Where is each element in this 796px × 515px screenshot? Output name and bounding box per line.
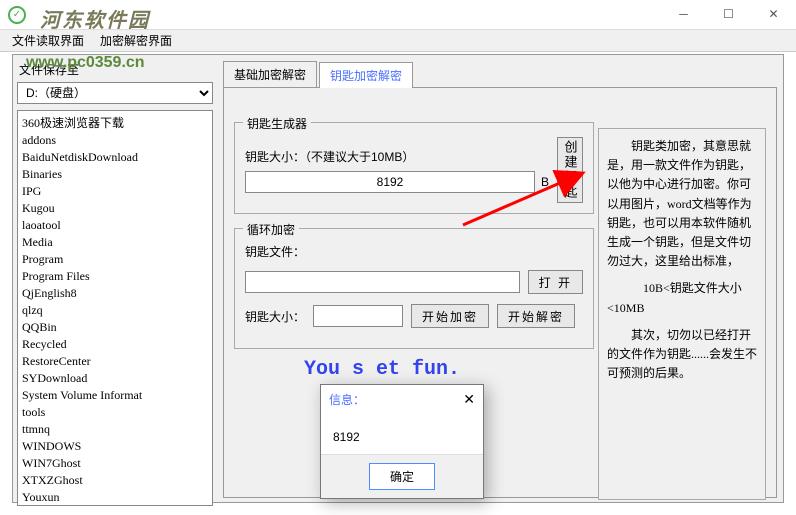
- key-size-input[interactable]: [245, 171, 535, 193]
- folder-item[interactable]: Youxun: [20, 489, 210, 506]
- loop-encrypt-legend: 循环加密: [243, 221, 299, 238]
- info-rule: 10B<钥匙文件大小<10MB: [607, 279, 757, 317]
- info-paragraph-2: 其次，切勿以已经打开的文件作为钥匙......会发生不可预测的后果。: [607, 326, 757, 384]
- folder-item[interactable]: IPG: [20, 183, 210, 200]
- maximize-button[interactable]: ☐: [706, 0, 751, 28]
- create-key-button[interactable]: 创建钥匙: [557, 137, 583, 203]
- dialog-ok-button[interactable]: 确定: [369, 463, 435, 490]
- folder-item[interactable]: Kugou: [20, 200, 210, 217]
- drive-select[interactable]: D:（硬盘）: [17, 82, 213, 104]
- key-size-label: 钥匙大小：（不建议大于10MB）: [245, 148, 549, 165]
- tab-basic[interactable]: 基础加密解密: [223, 61, 317, 87]
- open-button[interactable]: 打 开: [528, 270, 583, 294]
- fun-text: You s et fun.: [304, 358, 460, 381]
- folder-item[interactable]: QjEnglish8: [20, 285, 210, 302]
- folder-item[interactable]: WINDOWS: [20, 438, 210, 455]
- info-panel: 钥匙类加密，其意思就是，用一款文件作为钥匙，以他为中心进行加密。你可以用图片，w…: [598, 128, 766, 500]
- key-size2-label: 钥匙大小：: [245, 308, 305, 325]
- app-icon: ✓: [8, 6, 26, 24]
- folder-item[interactable]: System Volume Informat: [20, 387, 210, 404]
- info-paragraph-1: 钥匙类加密，其意思就是，用一款文件作为钥匙，以他为中心进行加密。你可以用图片，w…: [607, 137, 757, 271]
- decrypt-button[interactable]: 开始解密: [497, 304, 575, 328]
- folder-item[interactable]: WIN7Ghost: [20, 455, 210, 472]
- folder-item[interactable]: QQBin: [20, 319, 210, 336]
- folder-item[interactable]: Program Files: [20, 268, 210, 285]
- folder-item[interactable]: RestoreCenter: [20, 353, 210, 370]
- folder-item[interactable]: ttmnq: [20, 421, 210, 438]
- encrypt-button[interactable]: 开始加密: [411, 304, 489, 328]
- key-generator-group: 钥匙生成器 钥匙大小：（不建议大于10MB） B 创建钥匙: [234, 122, 594, 214]
- folder-item[interactable]: Binaries: [20, 166, 210, 183]
- menubar: 文件读取界面 加密解密界面: [0, 30, 796, 52]
- key-file-input[interactable]: [245, 271, 520, 293]
- left-pane: 文件保存至 D:（硬盘） 360极速浏览器下载addonsBaiduNetdis…: [17, 61, 213, 498]
- folder-item[interactable]: Media: [20, 234, 210, 251]
- tabs: 基础加密解密 钥匙加密解密: [223, 61, 777, 88]
- dialog-body: 8192: [321, 414, 483, 454]
- key-size-unit: B: [541, 175, 549, 189]
- folder-item[interactable]: tools: [20, 404, 210, 421]
- folder-item[interactable]: SYDownload: [20, 370, 210, 387]
- folder-list[interactable]: 360极速浏览器下载addonsBaiduNetdiskDownloadBina…: [17, 110, 213, 506]
- tab-key[interactable]: 钥匙加密解密: [319, 62, 413, 88]
- folder-item[interactable]: Recycled: [20, 336, 210, 353]
- loop-encrypt-group: 循环加密 钥匙文件： 打 开 钥匙大小： 开始加密 开始解密: [234, 228, 594, 349]
- folder-item[interactable]: laoatool: [20, 217, 210, 234]
- dialog-close-button[interactable]: ✕: [463, 391, 475, 408]
- folder-item[interactable]: XTXZGhost: [20, 472, 210, 489]
- folder-item[interactable]: Program: [20, 251, 210, 268]
- watermark-text: 河东软件园: [40, 4, 150, 33]
- folder-item[interactable]: qlzq: [20, 302, 210, 319]
- key-file-label: 钥匙文件：: [245, 243, 305, 260]
- folder-item[interactable]: addons: [20, 132, 210, 149]
- folder-item[interactable]: 360极速浏览器下载: [20, 113, 210, 132]
- minimize-button[interactable]: ─: [661, 0, 706, 28]
- tab-content: 钥匙生成器 钥匙大小：（不建议大于10MB） B 创建钥匙 循环加密: [223, 88, 777, 498]
- close-button[interactable]: ✕: [751, 0, 796, 28]
- watermark-url: www.pc0359.cn: [26, 54, 145, 72]
- message-dialog: 信息： ✕ 8192 确定: [320, 384, 484, 499]
- dialog-title: 信息：: [329, 391, 365, 408]
- window-controls: ─ ☐ ✕: [661, 0, 796, 28]
- key-size2-input[interactable]: [313, 305, 403, 327]
- right-pane: 基础加密解密 钥匙加密解密 钥匙生成器 钥匙大小：（不建议大于10MB） B: [223, 61, 777, 496]
- folder-item[interactable]: BaiduNetdiskDownload: [20, 149, 210, 166]
- key-generator-legend: 钥匙生成器: [243, 115, 311, 132]
